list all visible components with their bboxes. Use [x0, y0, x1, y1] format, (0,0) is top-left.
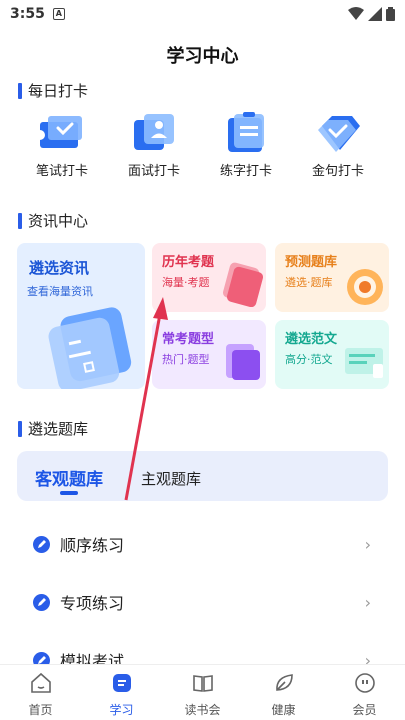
bank-tabs: 客观题库 主观题库 [17, 451, 388, 501]
card-subtitle: 查看海量资讯 [27, 285, 93, 298]
pencil-icon [33, 593, 50, 611]
nav-book-club[interactable]: 读书会 [162, 665, 243, 720]
checkin-label: 面试打卡 [127, 164, 180, 179]
section-news-title: 资讯中心 [18, 210, 88, 231]
list-item-special[interactable]: 专项练习 › [0, 573, 405, 631]
nav-home[interactable]: 首页 [0, 665, 81, 720]
person-card-icon [130, 112, 178, 154]
list-item-label: 专项练习 [60, 594, 125, 613]
section-daily-label: 每日打卡 [28, 82, 89, 100]
study-icon [112, 674, 131, 692]
target-icon [347, 269, 383, 305]
nav-label: 健康 [271, 703, 296, 717]
tab-active-indicator [60, 491, 78, 495]
signal-icon [368, 7, 382, 21]
member-icon [354, 673, 375, 693]
ticket-icon [35, 112, 86, 154]
checkin-label: 练字打卡 [219, 164, 272, 179]
battery-icon [386, 7, 395, 21]
home-icon [30, 672, 51, 693]
nav-label: 读书会 [184, 703, 221, 717]
checkin-writing[interactable]: 练字打卡 [200, 112, 292, 179]
section-bar [18, 212, 22, 229]
news-cards: 遴选资讯 查看海量资讯 历年考题 海量·考题 预测题库 遴选·题库 常考题型 热… [17, 243, 389, 391]
list-item-sequential[interactable]: 顺序练习 › [0, 515, 405, 573]
status-bar: 3:55 A [0, 0, 405, 28]
card-past-exams[interactable]: 历年考题 海量·考题 [152, 243, 266, 312]
checkin-label: 笔试打卡 [35, 164, 88, 179]
card-subtitle: 海量·考题 [162, 276, 210, 289]
nav-health[interactable]: 健康 [243, 665, 324, 720]
checkin-interview[interactable]: 面试打卡 [108, 112, 200, 179]
checkin-label: 金句打卡 [311, 164, 364, 179]
chevron-right-icon: › [364, 592, 371, 612]
card-title: 遴选范文 [285, 332, 338, 347]
checkin-quote[interactable]: 金句打卡 [292, 112, 384, 179]
bottom-nav: 首页 学习 读书会 健康 会员 [0, 664, 405, 720]
book-icon [192, 675, 213, 692]
card-common-types[interactable]: 常考题型 热门·题型 [152, 320, 266, 389]
nav-label: 会员 [352, 703, 377, 717]
card-title: 常考题型 [162, 332, 215, 347]
folder-icon [226, 344, 260, 380]
nav-label: 首页 [28, 703, 53, 717]
card-subtitle: 高分·范文 [285, 353, 333, 366]
document-icon [345, 348, 383, 378]
page-title: 学习中心 [166, 46, 239, 67]
section-bank-label: 遴选题库 [28, 420, 89, 438]
card-news[interactable]: 遴选资讯 查看海量资讯 [17, 243, 145, 389]
pencil-icon [33, 535, 50, 553]
card-title: 预测题库 [285, 255, 338, 270]
nav-member[interactable]: 会员 [324, 665, 405, 720]
nav-label: 学习 [109, 703, 134, 717]
checkin-written[interactable]: 笔试打卡 [16, 112, 108, 179]
card-title: 遴选资讯 [29, 259, 90, 277]
tab-objective[interactable]: 客观题库 [35, 465, 103, 490]
section-bar [18, 82, 22, 99]
tab-subjective[interactable]: 主观题库 [141, 468, 201, 489]
practice-list: 顺序练习 › 专项练习 › 模拟考试 › [0, 515, 405, 689]
leaf-icon [275, 674, 293, 691]
chevron-right-icon: › [364, 534, 371, 554]
clipboard-icon [222, 112, 270, 154]
section-news-label: 资讯中心 [28, 212, 89, 230]
wifi-icon [348, 7, 364, 20]
calendar-icon [48, 307, 132, 389]
wallet-icon [223, 262, 264, 307]
checkin-row: 笔试打卡 面试打卡 练字打卡 金句打卡 [0, 112, 405, 179]
card-subtitle: 热门·题型 [162, 353, 210, 366]
card-title: 历年考题 [162, 255, 215, 270]
nav-study[interactable]: 学习 [81, 665, 162, 720]
card-forecast-bank[interactable]: 预测题库 遴选·题库 [275, 243, 389, 312]
section-daily-title: 每日打卡 [18, 80, 88, 101]
section-bar [18, 420, 22, 437]
card-subtitle: 遴选·题库 [285, 276, 333, 289]
card-model-essays[interactable]: 遴选范文 高分·范文 [275, 320, 389, 389]
status-time: 3:55 [10, 6, 45, 22]
diamond-icon [314, 112, 362, 154]
section-bank-title: 遴选题库 [18, 418, 88, 439]
notification-icon: A [52, 8, 65, 20]
list-item-label: 顺序练习 [60, 536, 125, 555]
